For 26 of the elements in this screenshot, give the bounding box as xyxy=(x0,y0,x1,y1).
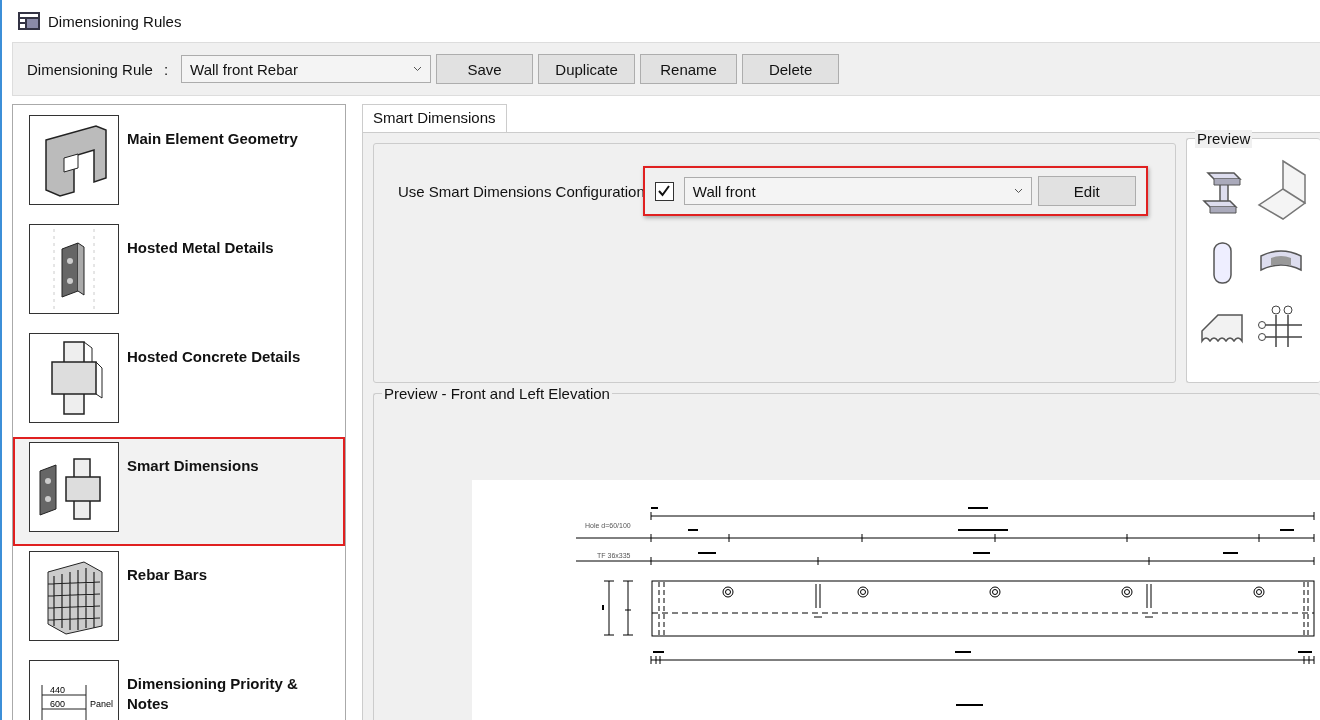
sidebar-item[interactable]: 440 600 Panel Dimensioning Priority & Notes xyxy=(13,655,345,720)
window-title: Dimensioning Rules xyxy=(48,12,182,30)
sidebar-item[interactable]: Main Element Geometry xyxy=(13,110,345,219)
toolbar-button[interactable]: Duplicate xyxy=(538,54,636,84)
dimension-drawing: 440 600 Panel xyxy=(34,665,114,720)
configuration-dropdown[interactable]: Wall front xyxy=(683,177,1032,205)
sidebar-item[interactable]: Hosted Metal Details xyxy=(13,219,345,328)
sidebar-item[interactable]: Smart Dimensions xyxy=(13,437,345,546)
checkbox[interactable] xyxy=(654,181,674,201)
rule-dropdown[interactable]: Wall front Rebar xyxy=(181,55,432,83)
group-title: Preview xyxy=(1195,130,1253,148)
rule-label: Dimensioning Rule xyxy=(27,60,153,78)
sidebar-item[interactable]: Rebar Bars xyxy=(13,546,345,655)
toolbar-button[interactable]: Rename xyxy=(640,54,738,84)
separator: : xyxy=(163,60,169,78)
edit-button[interactable]: Edit xyxy=(1037,176,1136,206)
sidebar-item[interactable]: Hosted Concrete Details xyxy=(13,328,345,437)
table-icon xyxy=(18,12,40,30)
chevron-down-icon xyxy=(413,66,423,72)
configuration-label: Use Smart Dimensions Configuration xyxy=(398,182,645,200)
chevron-down-icon xyxy=(1013,188,1023,194)
grid-icon[interactable] xyxy=(1258,303,1304,349)
cylinder-icon[interactable] xyxy=(1211,241,1235,285)
tab[interactable]: Smart Dimensions xyxy=(362,104,507,132)
toolbar-button[interactable]: Save xyxy=(436,54,534,84)
toolbar-button[interactable]: Delete xyxy=(742,54,840,84)
